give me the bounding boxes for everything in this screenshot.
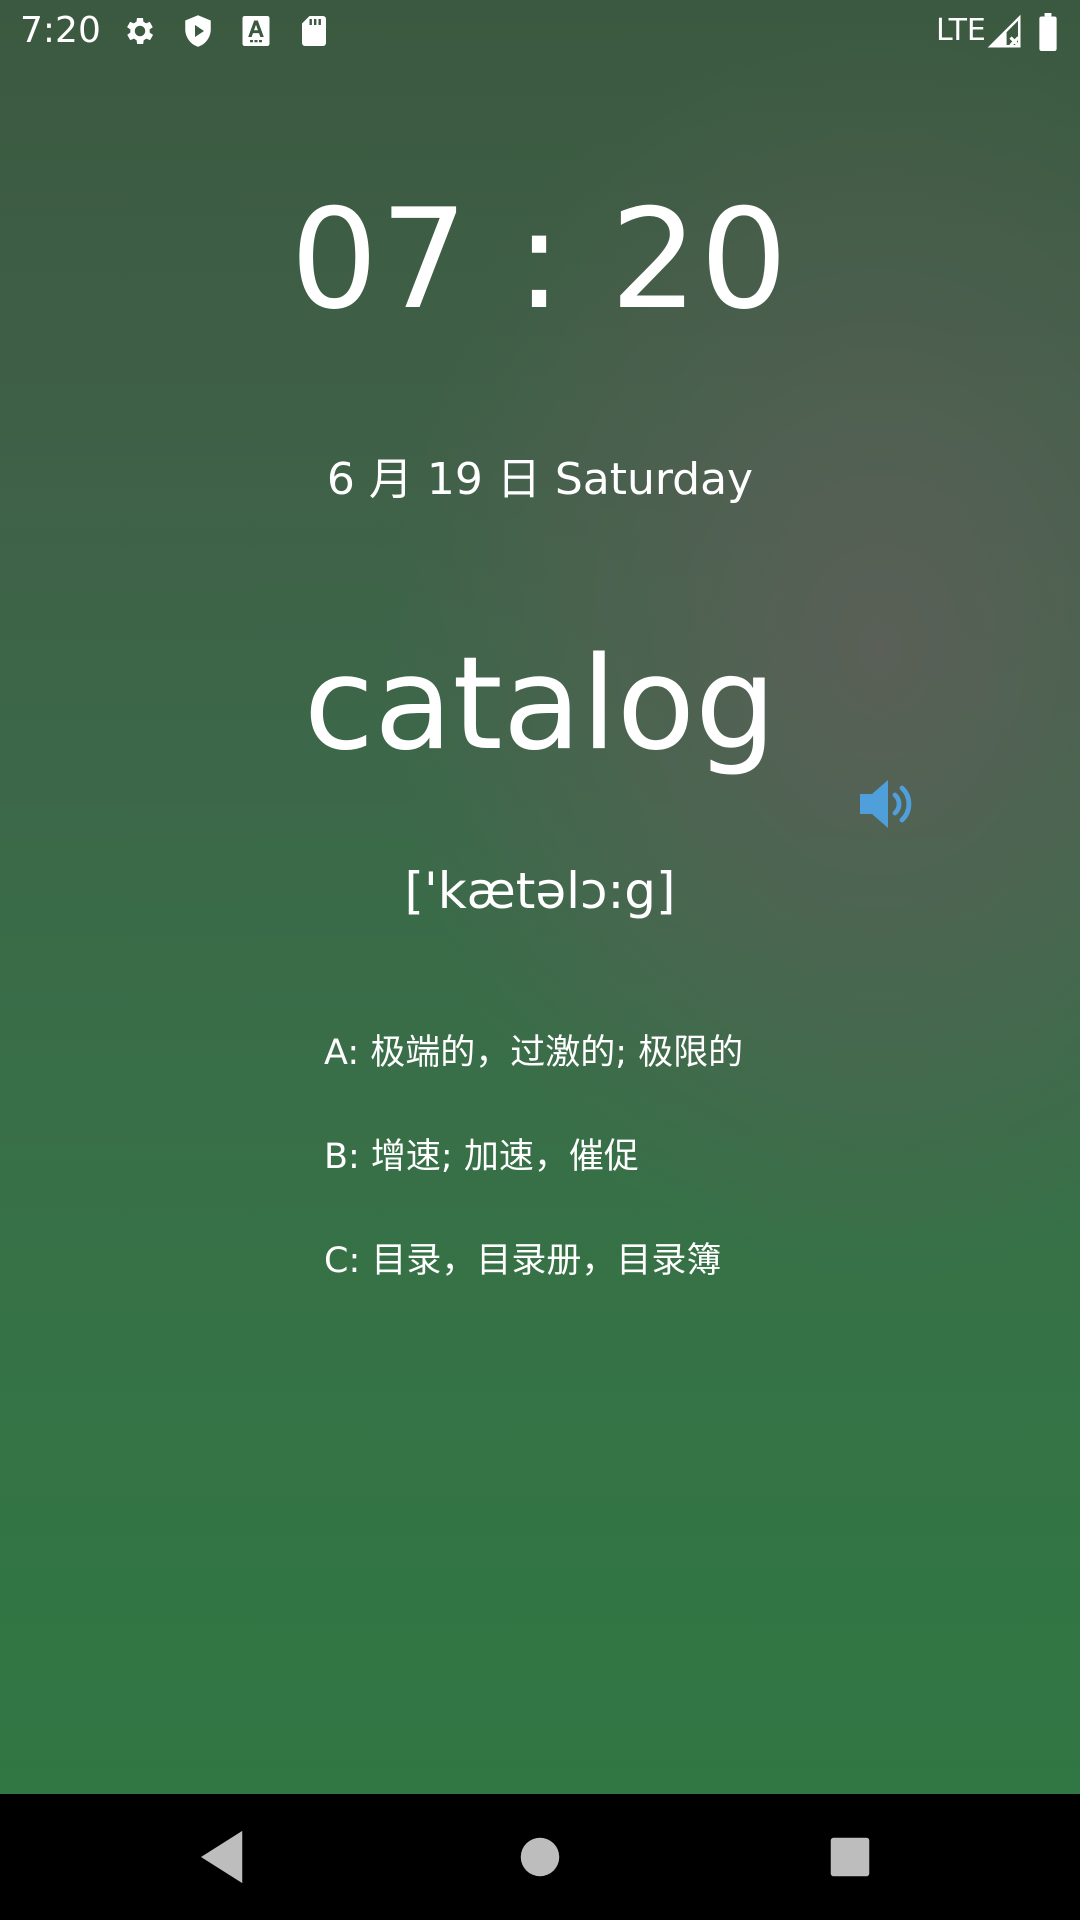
status-bar: 7:20 LTE — [0, 0, 1080, 63]
option-c[interactable]: C: 目录，目录册，目录簿 — [324, 1233, 743, 1289]
vocab-word: catalog — [303, 630, 777, 779]
option-b[interactable]: B: 增速; 加速，催促 — [324, 1129, 743, 1185]
date-label: 6 月 19 日 Saturday — [326, 454, 754, 505]
recents-icon[interactable] — [817, 1824, 883, 1890]
navigation-bar — [0, 1794, 1080, 1920]
speaker-icon[interactable] — [856, 776, 916, 832]
back-icon[interactable] — [190, 1824, 256, 1890]
lock-screen: 7:20 LTE 07: 20 6 月 19 日 Saturday catal… — [0, 0, 1080, 1920]
shield-icon — [185, 15, 211, 47]
status-time: 7:20 — [20, 10, 101, 51]
phonetic-label: ['kætəlɔ:g] — [404, 862, 676, 920]
signal-icon — [987, 14, 1021, 48]
answer-options: A: 极端的，过激的; 极限的 B: 增速; 加速，催促 C: 目录，目录册，目… — [324, 1025, 743, 1337]
network-type-label: LTE — [936, 13, 986, 48]
sd-card-icon — [302, 16, 326, 46]
home-icon[interactable] — [507, 1824, 573, 1890]
option-a[interactable]: A: 极端的，过激的; 极限的 — [324, 1025, 743, 1081]
font-a-icon — [242, 16, 270, 46]
battery-icon — [1039, 13, 1057, 51]
settings-icon — [127, 17, 154, 45]
clock: 07 : 20 — [290, 179, 790, 340]
